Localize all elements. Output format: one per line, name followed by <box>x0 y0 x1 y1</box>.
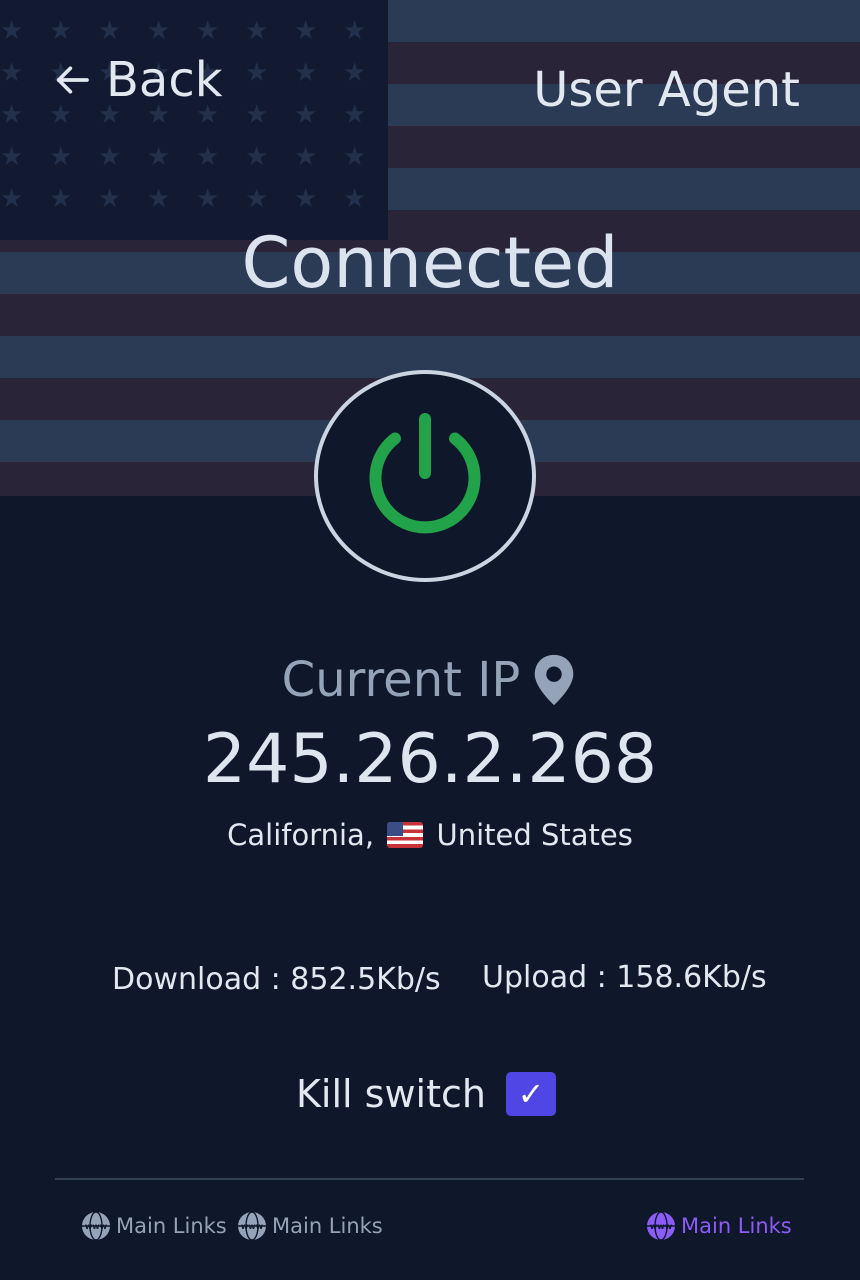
flag-star: ★ <box>49 16 73 46</box>
flag-star: ★ <box>196 142 220 172</box>
flag-star: ★ <box>343 142 367 172</box>
footer-link-main-2[interactable]: www Main Links <box>236 1210 383 1242</box>
flag-star: ★ <box>0 58 24 88</box>
flag-star: ★ <box>196 184 220 214</box>
page-title: User Agent <box>533 62 800 118</box>
flag-star: ★ <box>294 58 318 88</box>
svg-text:www: www <box>650 1222 673 1231</box>
flag-star: ★ <box>343 58 367 88</box>
footer-link-label: Main Links <box>116 1214 227 1238</box>
flag-star: ★ <box>98 184 122 214</box>
flag-star: ★ <box>294 100 318 130</box>
flag-star: ★ <box>343 100 367 130</box>
kill-switch: Kill switch ✓ <box>296 1072 556 1116</box>
flag-star: ★ <box>49 142 73 172</box>
power-button[interactable] <box>314 370 536 582</box>
footer-link-main-1[interactable]: www Main Links <box>80 1210 227 1242</box>
flag-star: ★ <box>0 184 24 214</box>
globe-icon: www <box>647 1211 675 1241</box>
kill-switch-checkbox[interactable]: ✓ <box>505 1072 556 1116</box>
footer-link-main-3-active[interactable]: www Main Links <box>645 1210 792 1242</box>
svg-text:www: www <box>241 1222 264 1231</box>
svg-text:www: www <box>85 1222 108 1231</box>
flag-star: ★ <box>245 142 269 172</box>
flag-star: ★ <box>245 184 269 214</box>
flag-star: ★ <box>294 16 318 46</box>
flag-star: ★ <box>0 16 24 46</box>
flag-star: ★ <box>196 16 220 46</box>
region-text: California, <box>227 818 375 852</box>
flag-star: ★ <box>147 184 171 214</box>
current-ip-label: Current IP <box>0 652 860 708</box>
flag-star: ★ <box>294 142 318 172</box>
footer-link-label: Main Links <box>681 1214 792 1238</box>
footer-divider <box>55 1178 804 1180</box>
connection-status: Connected <box>241 222 619 304</box>
arrow-left-icon <box>56 66 89 94</box>
download-speed: Download : 852.5Kb/s <box>112 962 441 997</box>
power-icon <box>369 413 481 534</box>
location-pin-icon <box>535 654 574 706</box>
kill-switch-label: Kill switch <box>296 1072 486 1116</box>
footer-link-label: Main Links <box>272 1214 383 1238</box>
flag-star: ★ <box>147 142 171 172</box>
ip-address: 245.26.2.268 <box>202 720 658 799</box>
flag-star: ★ <box>245 100 269 130</box>
country-text: United States <box>436 818 633 852</box>
back-label: Back <box>106 52 223 108</box>
flag-star: ★ <box>147 16 171 46</box>
globe-icon: www <box>238 1211 266 1241</box>
location: California, United States <box>0 818 860 852</box>
back-button[interactable]: Back <box>52 52 223 108</box>
flag-star: ★ <box>245 58 269 88</box>
current-ip-text: Current IP <box>281 652 521 708</box>
flag-star: ★ <box>343 184 367 214</box>
flag-star: ★ <box>0 142 24 172</box>
checkmark-icon: ✓ <box>517 1075 545 1113</box>
us-flag-icon <box>387 822 424 848</box>
flag-star: ★ <box>0 100 24 130</box>
flag-star: ★ <box>245 16 269 46</box>
flag-star: ★ <box>98 16 122 46</box>
flag-star: ★ <box>98 142 122 172</box>
globe-icon: www <box>82 1211 110 1241</box>
flag-star: ★ <box>343 16 367 46</box>
flag-star: ★ <box>49 184 73 214</box>
upload-speed: Upload : 158.6Kb/s <box>482 960 767 995</box>
flag-star: ★ <box>294 184 318 214</box>
